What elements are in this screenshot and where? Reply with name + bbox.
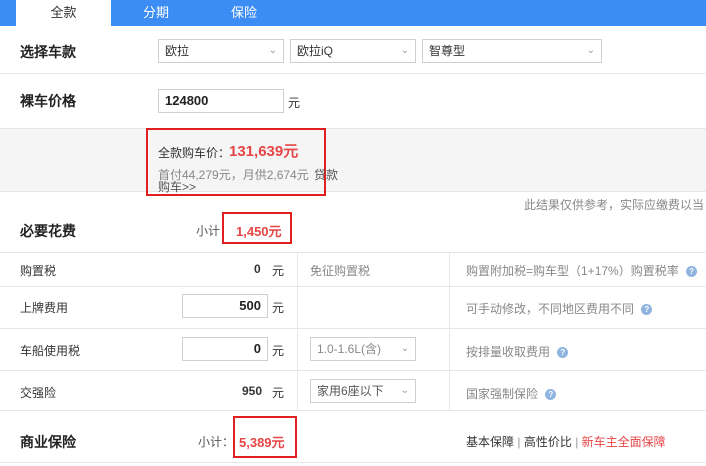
divider xyxy=(0,462,706,463)
chevron-down-icon: ⌄ xyxy=(400,45,409,56)
tab-installment[interactable]: 分期 xyxy=(111,0,201,26)
total-price-label: 全款购车价： xyxy=(158,146,231,160)
required-subtotal-value: 1,450元 xyxy=(236,224,282,239)
purchase-tax-note-text: 购置附加税=购车型（1+17%）购置税率 xyxy=(466,264,679,278)
help-icon[interactable]: ? xyxy=(557,347,569,359)
help-icon[interactable]: ? xyxy=(641,304,653,316)
compulsory-insurance-label: 交强险 xyxy=(20,386,57,400)
registration-fee-note-text: 可手动修改，不同地区费用不同 xyxy=(466,302,635,316)
registration-fee-unit: 元 xyxy=(272,301,285,315)
tab-full-payment[interactable]: 全款 xyxy=(16,0,111,26)
compulsory-insurance-note-text: 国家强制保险 xyxy=(466,387,539,401)
divider xyxy=(0,410,706,411)
trim-select-value: 智尊型 xyxy=(429,44,466,58)
trim-select[interactable]: 智尊型 ⌄ xyxy=(422,39,602,63)
vehicle-tax-note: 按排量收取费用 ? xyxy=(466,343,569,360)
tab-bar: 全款 分期 保险 xyxy=(0,0,706,26)
bare-price-input[interactable]: 124800 xyxy=(158,89,284,113)
select-model-label: 选择车款 xyxy=(20,44,76,60)
purchase-tax-option: 免征购置税 xyxy=(310,264,371,278)
registration-fee-note: 可手动修改，不同地区费用不同 ? xyxy=(466,300,653,317)
column-divider xyxy=(449,252,450,410)
commercial-subtotal-value: 5,389元 xyxy=(239,435,285,450)
compulsory-insurance-note: 国家强制保险 ? xyxy=(466,385,557,402)
chevron-down-icon: ⌄ xyxy=(400,343,409,354)
purchase-tax-note: 购置附加税=购车型（1+17%）购置税率 ? xyxy=(466,262,698,279)
registration-fee-label: 上牌费用 xyxy=(20,301,69,315)
seat-type-select-value: 家用6座以下 xyxy=(317,384,384,398)
displacement-select[interactable]: 1.0-1.6L(含) ⌄ xyxy=(310,337,416,361)
column-divider xyxy=(297,252,298,410)
help-icon[interactable]: ? xyxy=(686,266,698,278)
divider xyxy=(0,286,706,287)
divider xyxy=(0,252,706,253)
bare-price-unit: 元 xyxy=(288,96,301,110)
loan-purchase-link[interactable]: 购车>> xyxy=(158,178,196,195)
compulsory-insurance-unit: 元 xyxy=(272,386,285,400)
required-fees-title: 必要花费 xyxy=(20,223,76,239)
divider xyxy=(0,370,706,371)
separator: | xyxy=(517,435,521,449)
series-select-value: 欧拉iQ xyxy=(297,44,334,58)
compulsory-insurance-value: 950 xyxy=(242,384,263,398)
new-owner-coverage-link[interactable]: 新车主全面保障 xyxy=(582,435,666,449)
purchase-tax-label: 购置税 xyxy=(20,264,57,278)
chevron-down-icon: ⌄ xyxy=(268,45,277,56)
brand-select-value: 欧拉 xyxy=(165,44,190,58)
chevron-down-icon: ⌄ xyxy=(400,385,409,396)
coverage-options: 基本保障 | 高性价比 | 新车主全面保障 xyxy=(466,433,666,450)
loan-link-label[interactable]: 贷款 xyxy=(314,166,338,183)
purchase-tax-unit: 元 xyxy=(272,264,285,278)
basic-coverage-link[interactable]: 基本保障 xyxy=(466,435,514,449)
commercial-subtotal-label: 小计： xyxy=(198,435,235,449)
tab-insurance[interactable]: 保险 xyxy=(201,0,287,26)
series-select[interactable]: 欧拉iQ ⌄ xyxy=(290,39,416,63)
registration-fee-input[interactable]: 500 xyxy=(182,294,268,318)
disclaimer-text: 此结果仅供参考，实际应缴费以当 xyxy=(524,198,705,212)
divider xyxy=(0,73,706,74)
separator: | xyxy=(575,435,579,449)
help-icon[interactable]: ? xyxy=(545,389,557,401)
bare-price-label: 裸车价格 xyxy=(20,93,76,109)
seat-type-select[interactable]: 家用6座以下 ⌄ xyxy=(310,379,416,403)
vehicle-tax-input[interactable]: 0 xyxy=(182,337,268,361)
value-coverage-link[interactable]: 高性价比 xyxy=(524,435,572,449)
price-summary xyxy=(0,128,706,192)
divider xyxy=(0,328,706,329)
chevron-down-icon: ⌄ xyxy=(586,45,595,56)
purchase-tax-value: 0 xyxy=(254,262,261,276)
displacement-select-value: 1.0-1.6L(含) xyxy=(317,342,382,356)
vehicle-tax-label: 车船使用税 xyxy=(20,344,81,358)
commercial-insurance-title: 商业保险 xyxy=(20,434,76,450)
brand-select[interactable]: 欧拉 ⌄ xyxy=(158,39,284,63)
total-price-value: 131,639元 xyxy=(229,143,299,160)
vehicle-tax-unit: 元 xyxy=(272,344,285,358)
vehicle-tax-note-text: 按排量收取费用 xyxy=(466,345,551,359)
